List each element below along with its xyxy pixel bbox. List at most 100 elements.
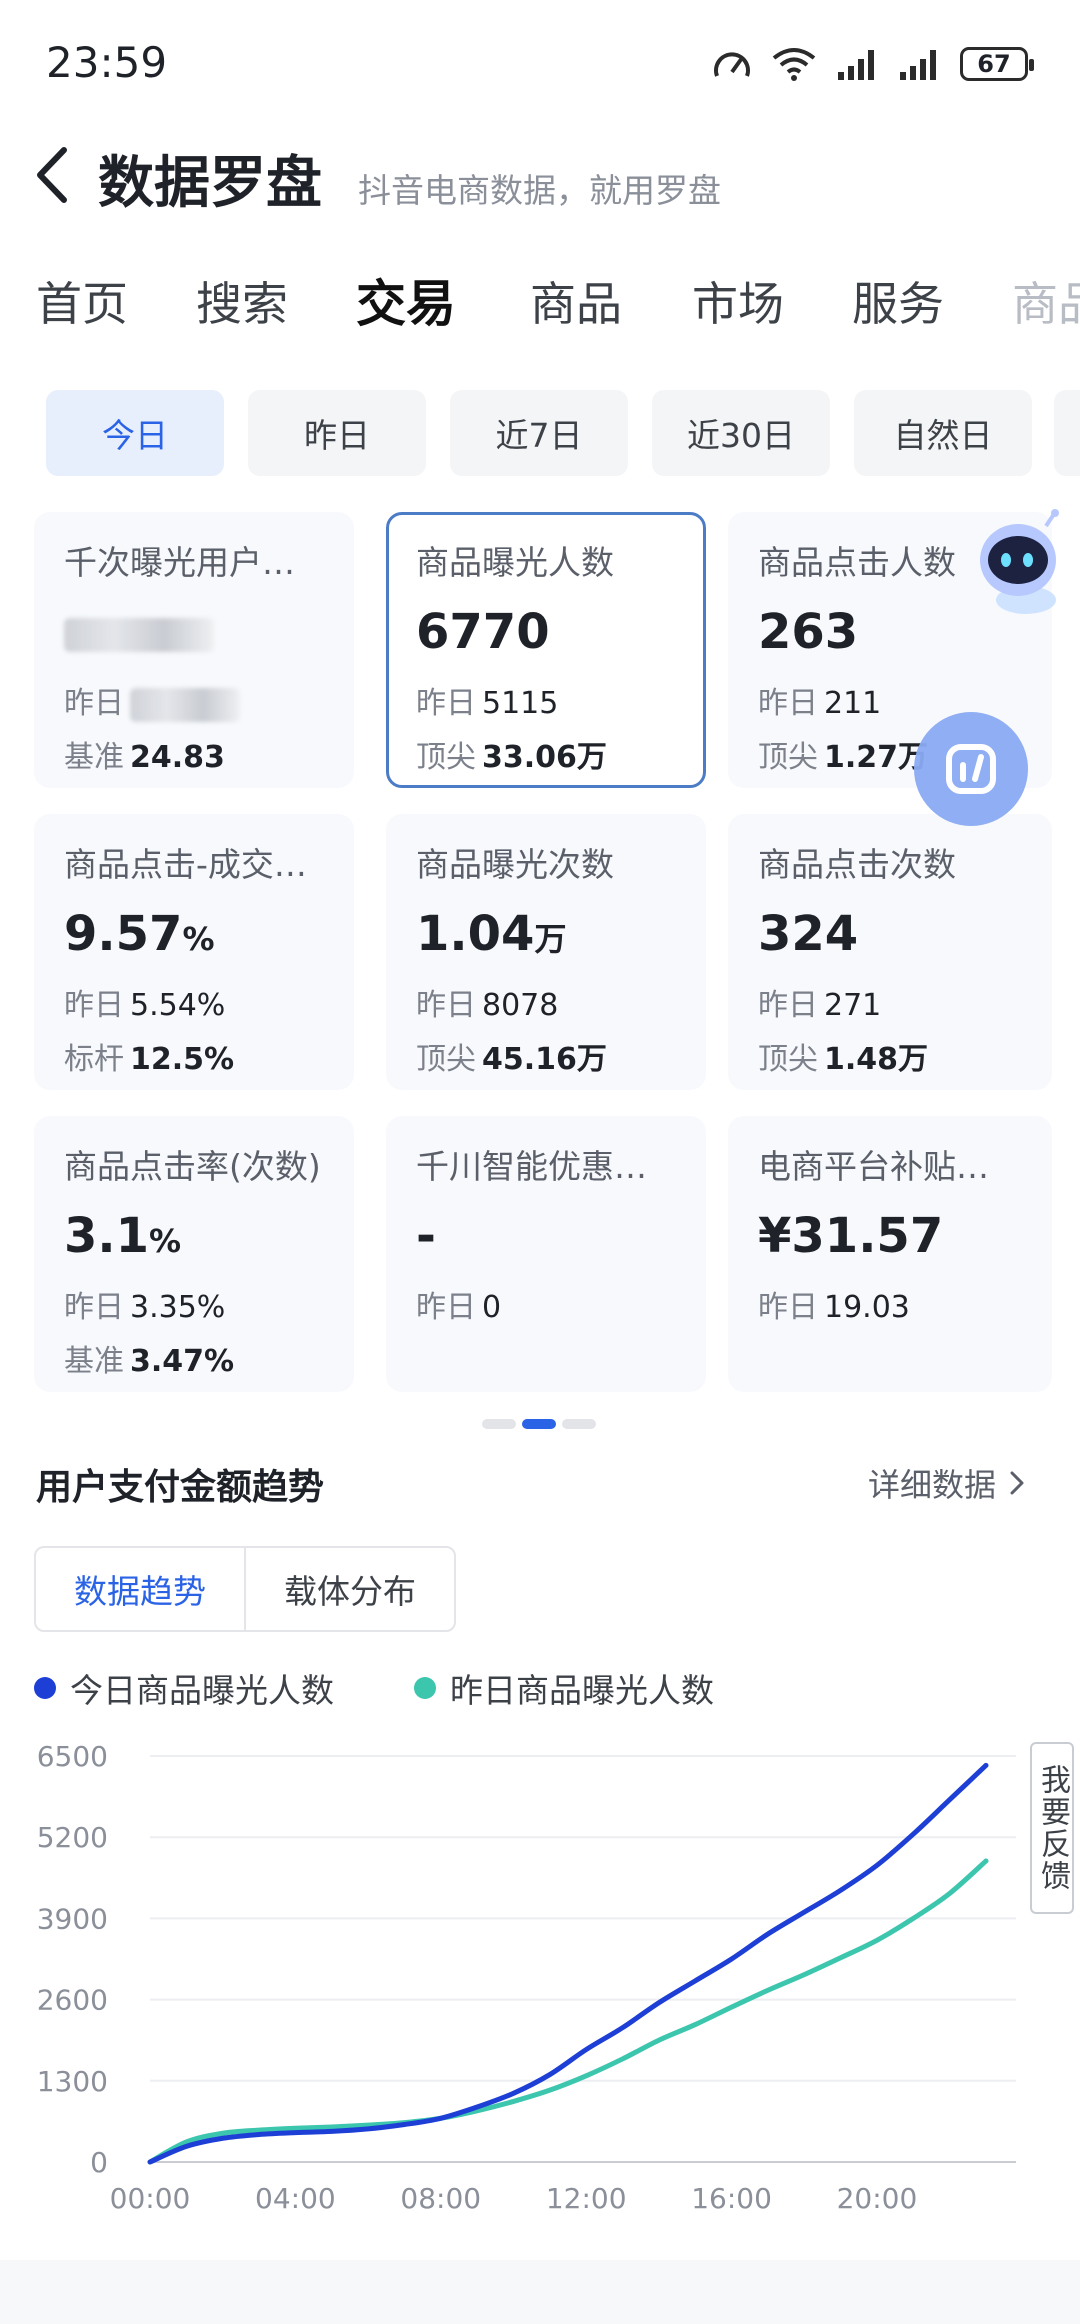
- tab-trade[interactable]: 交易: [356, 264, 456, 336]
- metric-row2-label: 顶尖: [416, 740, 476, 775]
- metric-value: -: [416, 1208, 436, 1264]
- metric-row2-value: 24.83: [130, 740, 225, 775]
- metric-row1-label: 昨日: [64, 1290, 124, 1325]
- metric-row1-value: 271: [824, 988, 882, 1023]
- filter-30days[interactable]: 近30日: [652, 390, 830, 476]
- metric-row1-value: 0: [482, 1290, 502, 1325]
- metric-row1-blurred: [130, 687, 240, 722]
- metric-card-qianchuan-discount[interactable]: 千川智能优惠… - 昨日 0: [386, 1116, 706, 1392]
- metric-row1-value: 5115: [482, 686, 559, 721]
- metric-row2-label: 标杆: [64, 1042, 124, 1077]
- metric-title: 千次曝光用户…: [64, 543, 295, 582]
- y-tick-label: 6500: [37, 1740, 108, 1773]
- metric-value: 324: [758, 906, 859, 962]
- metric-card-platform-subsidy[interactable]: 电商平台补贴… ¥31.57 昨日 19.03: [728, 1116, 1052, 1392]
- metric-title: 商品点击次数: [758, 845, 956, 884]
- tab-data-trend[interactable]: 数据趋势: [36, 1548, 246, 1630]
- series-line-1: [147, 1858, 989, 2165]
- y-tick-label: 2600: [37, 1984, 108, 2017]
- metric-card-cpm-users[interactable]: 千次曝光用户… 昨日 基准 24.83: [34, 512, 354, 788]
- metric-card-click-conversion[interactable]: 商品点击-成交… 9.57% 昨日 5.54% 标杆 12.5%: [34, 814, 354, 1090]
- metric-value-number: 3.1: [64, 1208, 150, 1264]
- metric-row1-label: 昨日: [758, 686, 818, 721]
- y-tick-label: 3900: [37, 1902, 108, 1935]
- metric-title: 电商平台补贴…: [758, 1147, 989, 1186]
- series-line-0: [147, 1762, 989, 2165]
- y-tick-label: 5200: [37, 1821, 108, 1854]
- metric-title: 商品点击-成交…: [64, 845, 307, 884]
- bottom-bar: [0, 2260, 1080, 2324]
- metric-row1-value: 8078: [482, 988, 559, 1023]
- filter-natural-day[interactable]: 自然日: [854, 390, 1032, 476]
- metric-row1-label: 昨日: [758, 1290, 818, 1325]
- detail-data-link[interactable]: 详细数据: [868, 1460, 1028, 1506]
- metric-value-unit: %: [149, 1222, 182, 1260]
- metric-row1-label: 昨日: [758, 988, 818, 1023]
- metric-card-click-count[interactable]: 商品点击次数 324 昨日 271 顶尖 1.48万: [728, 814, 1052, 1090]
- metric-row2-value: 33.06万: [482, 740, 607, 775]
- legend-label-yesterday: 昨日商品曝光人数: [450, 1671, 714, 1710]
- metric-row1-label: 昨日: [416, 1290, 476, 1325]
- robot-assistant-icon[interactable]: [968, 508, 1068, 618]
- metric-row2-value: 1.48万: [824, 1042, 929, 1077]
- pager-dot-3[interactable]: [562, 1419, 596, 1429]
- metric-title: 商品曝光次数: [416, 845, 614, 884]
- metric-row1-label: 昨日: [64, 988, 124, 1023]
- metric-title: 千川智能优惠…: [416, 1147, 647, 1186]
- metric-row1-label: 昨日: [416, 988, 476, 1023]
- metric-value: 6770: [416, 604, 550, 660]
- metric-row1-label: 昨日: [64, 686, 124, 721]
- legend-label-today: 今日商品曝光人数: [70, 1671, 334, 1710]
- trend-line-chart: 0 1300 2600 3900 5200 6500 00:00 04:00 08:00 12:0…: [37, 1740, 1016, 2215]
- status-time: 23:59: [46, 38, 168, 87]
- tab-carrier-distribution[interactable]: 载体分布: [246, 1548, 454, 1630]
- filter-yesterday[interactable]: 昨日: [248, 390, 426, 476]
- section-title: 用户支付金额趋势: [36, 1467, 325, 1508]
- metric-row2-label: 顶尖: [758, 740, 818, 775]
- x-tick-label: 20:00: [837, 2182, 918, 2215]
- metric-value-number: 9.57: [64, 906, 183, 962]
- metric-title: 商品曝光人数: [416, 543, 614, 582]
- page-subtitle: 抖音电商数据，就用罗盘: [358, 171, 721, 210]
- metric-card-exposure-count[interactable]: 商品曝光次数 1.04万 昨日 8078 顶尖 45.16万: [386, 814, 706, 1090]
- metric-card-click-rate[interactable]: 商品点击率(次数) 3.1% 昨日 3.35% 基准 3.47%: [34, 1116, 354, 1392]
- filter-more[interactable]: [1054, 390, 1080, 476]
- trend-tabs: 数据趋势 载体分布: [34, 1546, 456, 1632]
- filter-today[interactable]: 今日: [46, 390, 224, 476]
- metric-value-blurred: [64, 604, 354, 664]
- tab-market[interactable]: 市场: [692, 268, 784, 334]
- chevron-right-icon: [1010, 1471, 1024, 1495]
- metric-row1-value: 211: [824, 686, 882, 721]
- feedback-button[interactable]: 我要反馈: [1030, 1742, 1074, 1914]
- legend-dot-today: [34, 1677, 56, 1699]
- battery-icon: 67: [960, 47, 1034, 81]
- legend-today[interactable]: 今日商品曝光人数: [34, 1664, 334, 1712]
- metric-row2-value: 3.47%: [130, 1344, 235, 1379]
- tab-product[interactable]: 商品: [530, 268, 622, 334]
- metric-row2-label: 顶尖: [416, 1042, 476, 1077]
- pager-dot-1[interactable]: [482, 1419, 516, 1429]
- metric-row2-label: 基准: [64, 740, 124, 775]
- metric-card-exposure-users[interactable]: 商品曝光人数 6770 昨日 5115 顶尖 33.06万: [386, 512, 706, 788]
- signal-icon-2: [900, 50, 936, 80]
- tab-home[interactable]: 首页: [36, 268, 128, 334]
- legend-yesterday[interactable]: 昨日商品曝光人数: [414, 1664, 714, 1712]
- x-tick-label: 00:00: [110, 2182, 191, 2215]
- metric-value: 9.57%: [64, 906, 354, 966]
- tab-search[interactable]: 搜索: [196, 268, 288, 334]
- float-shortcut-button[interactable]: [914, 712, 1028, 826]
- y-tick-label: 1300: [37, 2065, 108, 2098]
- metric-row2-label: 基准: [64, 1344, 124, 1379]
- filter-7days[interactable]: 近7日: [450, 390, 628, 476]
- metric-row1-label: 昨日: [416, 686, 476, 721]
- metric-row2-value: 12.5%: [130, 1042, 235, 1077]
- tab-product-2[interactable]: 商品: [1012, 268, 1080, 332]
- metric-value-unit: 万: [534, 920, 567, 958]
- back-icon[interactable]: [30, 140, 84, 210]
- pager-dot-2[interactable]: [522, 1419, 556, 1429]
- network-speed-icon: [714, 52, 750, 77]
- metric-row1-value: 19.03: [824, 1290, 910, 1325]
- legend-dot-yesterday: [414, 1677, 436, 1699]
- metric-row2-value: 1.27万: [824, 740, 929, 775]
- tab-service[interactable]: 服务: [852, 268, 944, 334]
